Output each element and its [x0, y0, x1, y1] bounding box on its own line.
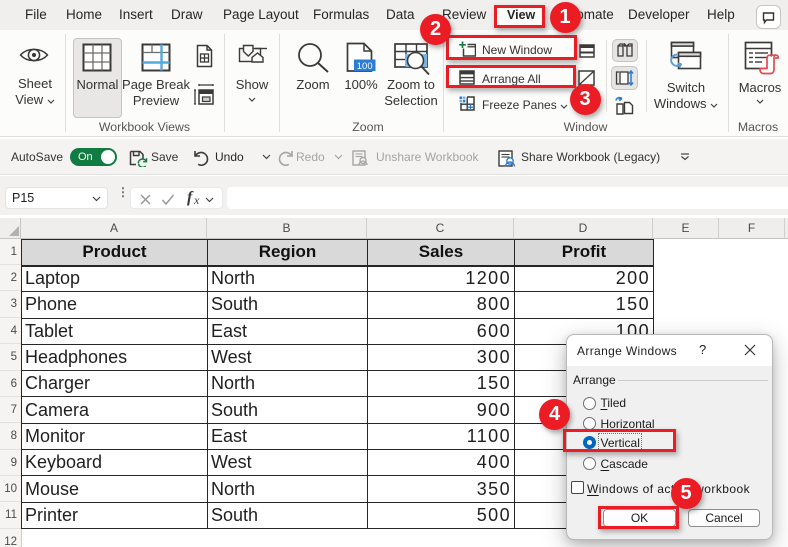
- svg-text:100: 100: [357, 61, 373, 72]
